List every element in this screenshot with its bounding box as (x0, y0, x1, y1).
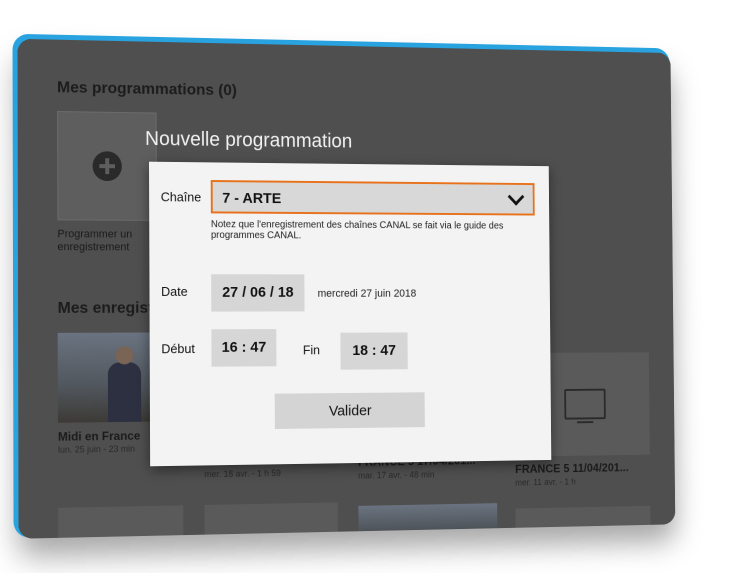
recording-title: FRANCE 5 11/04/201... (515, 460, 629, 476)
modal-title: Nouvelle programmation (144, 128, 353, 153)
channel-label: Chaîne (160, 189, 202, 205)
recording-subtitle: lun. 25 juin - 23 min (57, 443, 136, 455)
start-label: Début (161, 341, 195, 357)
plus-icon (92, 151, 122, 182)
tv-placeholder-icon (564, 388, 606, 420)
end-label: Fin (302, 342, 320, 358)
programmations-heading: Mes programmations (0) (57, 79, 237, 100)
recording-thumbnail[interactable] (515, 505, 651, 539)
tv-frame: Mes programmations (0) Programmer un enr… (17, 38, 676, 539)
chevron-down-icon (507, 188, 525, 206)
channel-value: 7 - ARTE (222, 189, 282, 208)
recording-thumbnail[interactable] (358, 503, 498, 539)
date-label: Date (161, 284, 188, 299)
start-time-field[interactable]: 16 : 47 (211, 329, 277, 367)
recording-thumbnail[interactable] (204, 502, 338, 539)
channel-select[interactable]: 7 - ARTE (210, 180, 535, 216)
date-field[interactable]: 27 / 06 / 18 (211, 274, 305, 312)
add-recording-tile[interactable] (57, 111, 157, 221)
end-time-field[interactable]: 18 : 47 (340, 332, 408, 370)
recording-subtitle: mar. 17 avr. - 48 min (358, 469, 435, 481)
recording-subtitle: mer. 18 avr. - 1 h 59 (204, 468, 281, 480)
person-image (108, 362, 142, 423)
tv-screen: Mes programmations (0) Programmer un enr… (17, 38, 676, 539)
enregistrements-heading: Mes enregistr (57, 299, 160, 317)
add-recording-label: Programmer un enregistrement (57, 228, 133, 254)
recording-thumbnail[interactable] (58, 505, 184, 539)
recording-title: Midi en France (57, 428, 141, 444)
new-schedule-dialog: Chaîne 7 - ARTE Notez que l'enregistreme… (148, 161, 552, 467)
submit-button[interactable]: Valider (274, 392, 425, 429)
recording-subtitle: mer. 11 avr. - 1 h (515, 476, 576, 488)
canal-note: Notez que l'enregistrement des chaînes C… (210, 219, 504, 242)
date-long-text: mercredi 27 juin 2018 (317, 288, 417, 300)
